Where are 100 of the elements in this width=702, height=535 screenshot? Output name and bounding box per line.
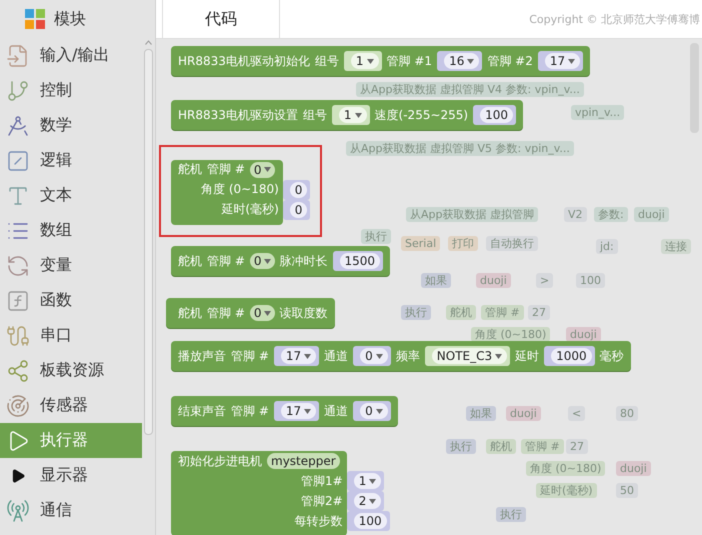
dropdown-input[interactable]: 1 xyxy=(344,51,382,71)
dropdown-input[interactable]: 17 xyxy=(274,401,320,421)
category-item[interactable]: 数组 xyxy=(0,213,142,248)
category-item[interactable]: 输入/输出 xyxy=(0,38,142,73)
code-block[interactable]: 舵机 管脚 # 0 脉冲时长 1500 xyxy=(171,246,390,276)
faded-block: 27 xyxy=(566,439,588,454)
value-input[interactable]: 0 xyxy=(282,180,310,200)
code-block[interactable]: HR8833电机驱动设置 组号 1 速度(-255~255) 100 xyxy=(171,100,524,130)
faded-block: > xyxy=(536,273,554,288)
category-item[interactable]: 传感器 xyxy=(0,388,142,423)
caret-icon xyxy=(376,354,383,358)
caret-icon xyxy=(304,354,312,358)
faded-block: 打印 xyxy=(448,236,478,251)
block-label: 角度 (0~180) xyxy=(201,181,279,198)
block-label: 管脚 # xyxy=(207,252,245,270)
faded-block: 角度 (0~180) xyxy=(526,461,606,476)
category-item[interactable]: 变量 xyxy=(0,248,142,283)
dropdown-input[interactable]: 17 xyxy=(538,51,584,71)
dropdown-input[interactable]: 17 xyxy=(274,346,320,366)
dropdown-input[interactable]: 16 xyxy=(437,51,482,71)
category-item[interactable]: 函数 xyxy=(0,283,142,318)
category-item[interactable]: 控制 xyxy=(0,73,142,108)
faded-block: 100 xyxy=(576,273,605,288)
caret-icon xyxy=(495,354,502,358)
block-label: 结束声音 xyxy=(178,402,226,420)
faded-block: 执行 xyxy=(401,305,431,320)
block-label: 毫秒 xyxy=(600,348,624,364)
faded-block: jd: xyxy=(596,239,618,254)
category-item[interactable]: 文本 xyxy=(0,178,142,213)
branch-icon xyxy=(6,78,30,102)
slash-square-icon xyxy=(6,148,30,172)
cable-icon xyxy=(6,324,30,348)
block-label: 播放声音 xyxy=(178,348,226,364)
dropdown-field[interactable]: 0 xyxy=(250,162,275,178)
block-label: HR8833电机驱动初始化 xyxy=(178,52,310,70)
block-label: 读取度数 xyxy=(280,304,328,322)
value-input[interactable]: 1000 xyxy=(544,346,595,366)
faded-block: 执行 xyxy=(446,439,476,454)
code-block[interactable]: 播放声音 管脚 # 17 通道 0 频率 NOTE_C3 延时 1000 毫秒 xyxy=(171,341,631,371)
faded-block: 自动换行 xyxy=(486,236,538,251)
value-input[interactable]: 100 xyxy=(346,511,390,531)
faded-block: 管脚 # xyxy=(481,305,524,320)
faded-block: duoji xyxy=(634,207,669,222)
category-item[interactable]: 数学 xyxy=(0,108,142,143)
sidebar-title: 模块 xyxy=(54,8,86,30)
code-block[interactable]: 舵机 管脚 # 0 读取度数 xyxy=(166,298,335,328)
code-block[interactable]: HR8833电机驱动初始化 组号 1 管脚 #1 16 管脚 #2 17 xyxy=(171,46,590,76)
block-label: 管脚 # xyxy=(207,161,245,178)
puzzle-icon xyxy=(24,8,46,30)
dropdown-input[interactable]: 0 xyxy=(353,346,391,366)
block-label: 舵机 xyxy=(178,304,202,322)
dropdown-input[interactable]: NOTE_C3 xyxy=(424,346,510,366)
faded-block: 参数: xyxy=(594,207,628,222)
block-label: 组号 xyxy=(302,106,327,124)
block-label: 管脚 # xyxy=(231,348,269,364)
dropdown-input[interactable]: 1 xyxy=(332,105,370,125)
category-item[interactable]: 串口 xyxy=(0,318,142,353)
caret-icon xyxy=(369,498,376,504)
caret-icon xyxy=(376,408,383,414)
caret-icon xyxy=(568,58,576,64)
variable-field[interactable]: mystepper xyxy=(267,453,340,469)
dropdown-field[interactable]: 0 xyxy=(250,305,275,321)
faded-block: duoji xyxy=(566,327,601,342)
faded-block: vpin_v... xyxy=(571,105,624,120)
code-block[interactable]: 舵机 管脚 # 0 xyxy=(171,160,283,180)
caret-icon xyxy=(369,478,376,484)
dropdown-input[interactable]: 2 xyxy=(346,491,384,511)
value-input[interactable]: 100 xyxy=(473,105,516,125)
scroll-up-icon[interactable] xyxy=(145,40,152,45)
block-label: 管脚 # xyxy=(207,304,245,322)
code-tab[interactable]: 代码 xyxy=(162,0,280,38)
block-label: 组号 xyxy=(314,52,339,70)
category-item[interactable]: 通信 xyxy=(0,493,142,528)
dropdown-input[interactable]: 1 xyxy=(346,471,384,491)
faded-block: 如果 xyxy=(421,273,451,288)
faded-block: duoji xyxy=(616,461,651,476)
block-label: 延时 xyxy=(515,348,540,364)
caret-icon xyxy=(354,112,362,118)
dropdown-field[interactable]: 0 xyxy=(250,253,275,269)
category-item[interactable]: 显示器 xyxy=(0,458,142,493)
nodes-icon xyxy=(6,358,30,382)
block-label: 通道 xyxy=(324,402,348,420)
faded-block: 如果 xyxy=(466,406,496,421)
faded-block: 80 xyxy=(616,406,638,421)
function-icon xyxy=(6,288,30,312)
block-label: 速度(-255~255) xyxy=(374,106,468,124)
category-item[interactable]: 逻辑 xyxy=(0,143,142,178)
scrollbar-thumb[interactable] xyxy=(144,49,153,435)
code-block[interactable]: 初始化步进电机 mystepper xyxy=(171,451,347,471)
radar-icon xyxy=(6,394,30,418)
value-input[interactable]: 0 xyxy=(282,200,310,220)
block-label: 管脚 # xyxy=(231,402,269,420)
caret-icon xyxy=(366,58,374,64)
category-item[interactable]: 板载资源 xyxy=(0,353,142,388)
block-label: HR8833电机驱动设置 xyxy=(178,106,298,124)
dropdown-input[interactable]: 0 xyxy=(353,401,391,421)
faded-block: 舵机 xyxy=(446,305,476,320)
value-input[interactable]: 1500 xyxy=(332,251,384,271)
block-label: 通道 xyxy=(324,348,348,364)
code-block[interactable]: 结束声音 管脚 # 17 通道 0 xyxy=(171,396,398,426)
